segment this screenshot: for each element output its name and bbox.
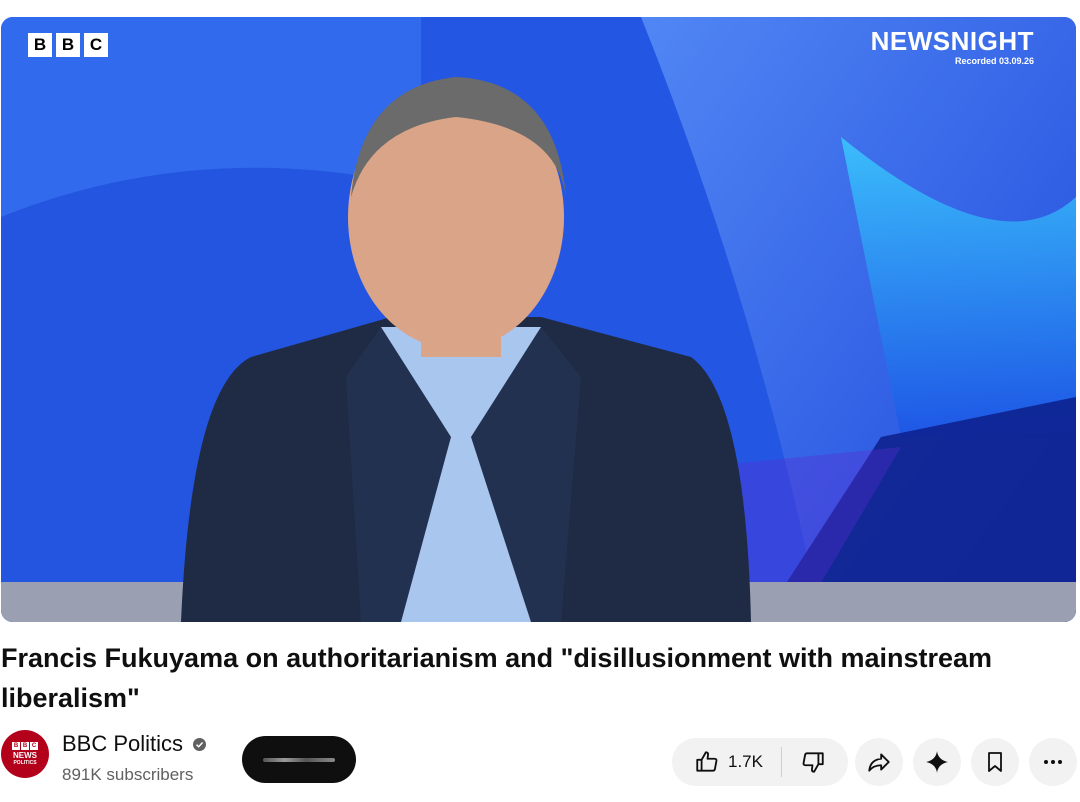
subscribe-button[interactable] <box>242 736 356 783</box>
newsnight-logo: NEWSNIGHT Recorded 03.09.26 <box>871 27 1034 66</box>
thumbs-up-icon <box>696 751 718 772</box>
bbc-logo-letter: C <box>84 33 108 57</box>
save-button[interactable] <box>971 738 1019 786</box>
recorded-label: Recorded 03.09.26 <box>954 56 1034 66</box>
avatar-politics-text: POLITICS <box>13 760 37 766</box>
channel-info: BBC Politics <box>62 731 206 757</box>
video-title: Francis Fukuyama on authoritarianism and… <box>1 643 993 713</box>
bbc-logo-letter: B <box>56 33 80 57</box>
like-dislike-group: 1.7K <box>672 738 848 786</box>
verified-badge-icon <box>192 737 206 751</box>
subscriber-count: 891K subscribers <box>62 765 194 784</box>
program-title: NEWSNIGHT <box>870 26 1034 56</box>
bookmark-icon <box>988 752 1002 772</box>
video-frame <box>1 17 1076 622</box>
share-button[interactable] <box>855 738 903 786</box>
more-actions-button[interactable] <box>1029 738 1077 786</box>
sparkle-icon <box>926 751 948 773</box>
bbc-logo: B B C <box>28 33 108 57</box>
channel-avatar[interactable]: B B C NEWS POLITICS <box>1 730 49 778</box>
thumbs-down-icon <box>802 752 824 773</box>
subscribe-button-label-blurred <box>263 757 335 762</box>
like-count: 1.7K <box>728 752 763 771</box>
avatar-news-text: NEWS <box>13 751 37 760</box>
share-icon <box>868 753 890 772</box>
channel-name[interactable]: BBC Politics <box>62 731 183 757</box>
dislike-button[interactable] <box>782 738 846 786</box>
like-button[interactable]: 1.7K <box>674 738 781 786</box>
more-icon <box>1044 760 1062 764</box>
video-player[interactable]: B B C NEWSNIGHT Recorded 03.09.26 <box>1 17 1076 622</box>
ask-ai-button[interactable] <box>913 738 961 786</box>
avatar-bbc-blocks: B B C <box>12 742 38 750</box>
bbc-logo-letter: B <box>28 33 52 57</box>
